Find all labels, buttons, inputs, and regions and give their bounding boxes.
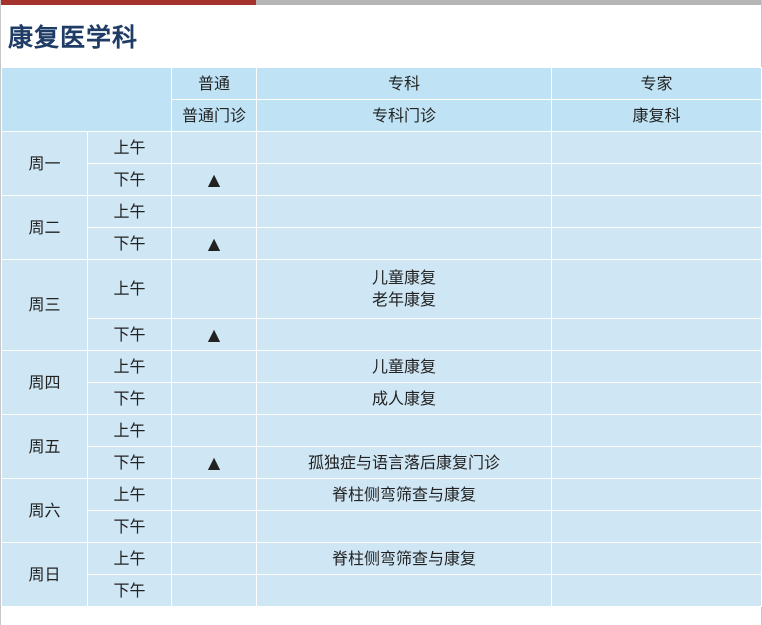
page: 康复医学科 普通 专科 专家 普通门诊 专科门诊 康复科 周一 上午 下午 ▲ 周二 上午… xyxy=(0,0,762,625)
expert-clinic-cell xyxy=(551,478,762,511)
expert-clinic-cell xyxy=(551,318,762,351)
table-row: 周二 上午 xyxy=(1,195,762,260)
specialty-clinic-cell: 脊柱侧弯筛查与康复 xyxy=(256,478,552,511)
time-slot-label: 上午 xyxy=(87,478,172,511)
general-clinic-cell: ▲ xyxy=(171,227,257,260)
general-clinic-cell: ▲ xyxy=(171,318,257,351)
table-row: 下午 成人康复 xyxy=(2,382,762,415)
general-clinic-cell xyxy=(171,478,257,511)
day-label: 周六 xyxy=(1,478,88,543)
header-corner-cell xyxy=(1,67,172,132)
expert-clinic-cell xyxy=(551,227,762,260)
specialty-clinic-cell xyxy=(256,227,552,260)
table-row: 下午 xyxy=(2,574,762,607)
expert-clinic-cell xyxy=(551,574,762,607)
expert-clinic-cell xyxy=(551,382,762,415)
general-clinic-cell xyxy=(171,131,257,164)
header-row-categories: 普通 专科 专家 xyxy=(1,67,762,132)
day-label: 周四 xyxy=(1,350,88,415)
expert-clinic-cell xyxy=(551,414,762,447)
specialty-clinic-cell: 儿童康复 xyxy=(256,350,552,383)
general-clinic-cell: ▲ xyxy=(171,446,257,479)
header-category-expert: 专家 xyxy=(551,67,762,100)
header-subcategory-general: 普通门诊 xyxy=(171,99,257,132)
specialty-clinic-cell: 儿童康复 老年康复 xyxy=(256,259,552,319)
specialty-clinic-cell xyxy=(256,510,552,543)
day-label: 周二 xyxy=(1,195,88,260)
table-row: 下午 xyxy=(2,510,762,543)
specialty-clinic-name: 成人康复 xyxy=(371,388,436,408)
table-row: 周四 上午 儿童康复 xyxy=(1,350,762,415)
specialty-clinic-cell xyxy=(256,131,552,164)
table-row: 周六 上午 脊柱侧弯筛查与康复 xyxy=(1,478,762,543)
specialty-clinic-name: 脊柱侧弯筛查与康复 xyxy=(331,484,476,504)
specialty-clinic-name: 孤独症与语言落后康复门诊 xyxy=(307,452,500,472)
table-row: 下午 ▲ xyxy=(2,163,762,196)
specialty-clinic-cell xyxy=(256,574,552,607)
time-slot-label: 下午 xyxy=(87,510,172,543)
time-slot-label: 上午 xyxy=(87,350,172,383)
general-clinic-cell xyxy=(171,510,257,543)
header-subcategory-specialty: 专科门诊 xyxy=(256,99,552,132)
expert-clinic-cell xyxy=(551,350,762,383)
specialty-clinic-cell: 孤独症与语言落后康复门诊 xyxy=(256,446,552,479)
time-slot-label: 下午 xyxy=(87,227,172,260)
top-accent-bar-red xyxy=(1,0,256,5)
specialty-clinic-name: 儿童康复 xyxy=(371,268,436,287)
table-row: 下午 ▲ 孤独症与语言落后康复门诊 xyxy=(2,446,762,479)
time-slot-label: 下午 xyxy=(87,574,172,607)
header-category-specialty: 专科 xyxy=(256,67,552,100)
table-row: 周一 上午 xyxy=(1,131,762,196)
specialty-clinic-cell xyxy=(256,318,552,351)
expert-clinic-cell xyxy=(551,510,762,543)
time-slot-label: 上午 xyxy=(87,542,172,575)
specialty-clinic-name: 脊柱侧弯筛查与康复 xyxy=(331,548,476,568)
time-slot-label: 下午 xyxy=(87,446,172,479)
time-slot-label: 上午 xyxy=(87,414,172,447)
top-accent-bar-gray xyxy=(256,0,761,5)
clinic-schedule-table: 普通 专科 专家 普通门诊 专科门诊 康复科 周一 上午 下午 ▲ 周二 上午 下午 ▲ 周三上… xyxy=(1,67,762,607)
time-slot-label: 上午 xyxy=(87,131,172,164)
specialty-clinic-name: 老年康复 xyxy=(371,290,436,309)
table-row: 周三 上午 儿童康复老年康复 xyxy=(1,259,762,351)
general-clinic-cell xyxy=(171,542,257,575)
expert-clinic-cell xyxy=(551,163,762,196)
specialty-clinic-cell xyxy=(256,163,552,196)
expert-clinic-cell xyxy=(551,131,762,164)
table-row: 周五 上午 xyxy=(1,414,762,479)
time-slot-label: 下午 xyxy=(87,163,172,196)
header-subcategory-expert: 康复科 xyxy=(551,99,762,132)
page-title: 康复医学科 xyxy=(8,23,139,52)
top-accent-bar xyxy=(1,0,761,5)
specialty-clinic-cell xyxy=(256,195,552,228)
general-clinic-cell xyxy=(171,350,257,383)
expert-clinic-cell xyxy=(551,542,762,575)
table-row: 周日 上午 脊柱侧弯筛查与康复 xyxy=(1,542,762,607)
expert-clinic-cell xyxy=(551,446,762,479)
day-label: 周五 xyxy=(1,414,88,479)
time-slot-label: 上午 xyxy=(87,195,172,228)
specialty-clinic-name: 儿童康复 xyxy=(371,356,436,376)
day-label: 周一 xyxy=(1,131,88,196)
general-clinic-cell xyxy=(171,574,257,607)
table-row: 下午 ▲ xyxy=(2,318,762,351)
expert-clinic-cell xyxy=(551,195,762,228)
expert-clinic-cell xyxy=(551,259,762,319)
time-slot-label: 下午 xyxy=(87,382,172,415)
day-label: 周三 xyxy=(1,259,88,351)
specialty-clinic-cell: 成人康复 xyxy=(256,382,552,415)
day-label: 周日 xyxy=(1,542,88,607)
general-clinic-cell: ▲ xyxy=(171,163,257,196)
general-clinic-cell xyxy=(171,414,257,447)
general-clinic-cell xyxy=(171,259,257,319)
general-clinic-cell xyxy=(171,195,257,228)
specialty-clinic-cell xyxy=(256,414,552,447)
general-clinic-cell xyxy=(171,382,257,415)
time-slot-label: 下午 xyxy=(87,318,172,351)
specialty-clinic-cell: 脊柱侧弯筛查与康复 xyxy=(256,542,552,575)
header-category-general: 普通 xyxy=(171,67,257,100)
time-slot-label: 上午 xyxy=(87,259,172,319)
table-row: 下午 ▲ xyxy=(2,227,762,260)
